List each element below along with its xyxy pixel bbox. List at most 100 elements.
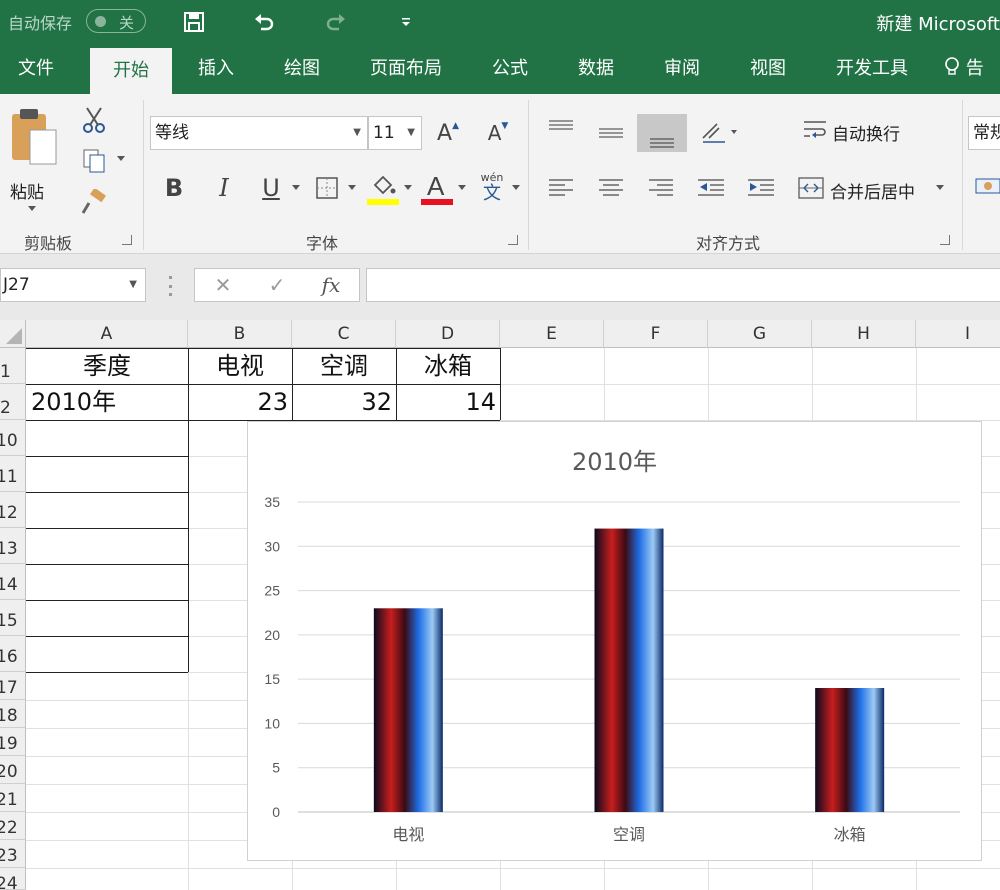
row-header-18[interactable]: 18 bbox=[0, 700, 26, 728]
column-header-g[interactable]: G bbox=[708, 320, 812, 348]
tab-home[interactable]: 开始 bbox=[90, 48, 172, 94]
align-bottom-icon[interactable] bbox=[637, 114, 687, 152]
row-header-17[interactable]: 17 bbox=[0, 672, 26, 700]
decrease-font-icon[interactable]: A ▼ bbox=[484, 116, 512, 150]
tab-insert[interactable]: 插入 bbox=[182, 46, 250, 94]
cell-b1[interactable]: 电视 bbox=[188, 348, 292, 384]
cell-d2[interactable]: 14 bbox=[396, 384, 496, 420]
tab-file[interactable]: 文件 bbox=[0, 46, 72, 94]
formula-bar-grip-icon[interactable] bbox=[166, 276, 174, 296]
increase-indent-icon[interactable] bbox=[746, 174, 776, 200]
tab-tell-me[interactable]: 告诉 bbox=[944, 46, 1000, 125]
font-size-box[interactable]: 11 ▼ bbox=[368, 116, 422, 150]
row-header-14[interactable]: 14 bbox=[0, 564, 26, 600]
row-header-16[interactable]: 16 bbox=[0, 636, 26, 672]
redo-icon[interactable] bbox=[322, 8, 350, 36]
cut-icon[interactable] bbox=[78, 104, 110, 136]
row-header-10[interactable]: 10 bbox=[0, 420, 26, 456]
bar-空调[interactable] bbox=[594, 528, 664, 812]
customize-qat-icon[interactable] bbox=[392, 8, 420, 36]
bar-电视[interactable] bbox=[373, 608, 443, 812]
save-icon[interactable] bbox=[180, 8, 208, 36]
increase-font-icon[interactable]: A ▲ bbox=[434, 116, 462, 150]
align-top-icon[interactable] bbox=[546, 114, 576, 140]
decrease-indent-icon[interactable] bbox=[696, 174, 726, 200]
cell-c2[interactable]: 32 bbox=[292, 384, 392, 420]
font-launcher-icon[interactable] bbox=[508, 235, 518, 245]
cell-c1[interactable]: 空调 bbox=[292, 348, 396, 384]
row-header-20[interactable]: 20 bbox=[0, 756, 26, 784]
merge-center-label[interactable]: 合并后居中 bbox=[830, 178, 915, 203]
row-header-23[interactable]: 23 bbox=[0, 840, 26, 868]
font-color-icon[interactable]: A bbox=[420, 170, 454, 206]
row-header-12[interactable]: 12 bbox=[0, 492, 26, 528]
cell-b2[interactable]: 23 bbox=[188, 384, 288, 420]
orientation-icon[interactable] bbox=[698, 116, 740, 146]
phonetic-dropdown-icon[interactable] bbox=[510, 182, 522, 194]
align-left-icon[interactable] bbox=[546, 174, 576, 200]
merge-dropdown-icon[interactable] bbox=[934, 182, 946, 194]
fill-color-dropdown-icon[interactable] bbox=[402, 182, 414, 194]
column-header-d[interactable]: D bbox=[396, 320, 500, 348]
paste-label[interactable]: 粘贴 bbox=[10, 178, 44, 203]
font-name-box[interactable]: 等线 ▼ bbox=[150, 116, 368, 150]
borders-dropdown-icon[interactable] bbox=[346, 182, 358, 194]
copy-icon[interactable] bbox=[78, 144, 110, 176]
number-format-box[interactable]: 常规 bbox=[968, 116, 1000, 150]
formula-input[interactable] bbox=[366, 268, 1000, 302]
column-header-i[interactable]: I bbox=[916, 320, 1000, 348]
cell-d1[interactable]: 冰箱 bbox=[396, 348, 500, 384]
column-header-f[interactable]: F bbox=[604, 320, 708, 348]
autosave-toggle[interactable]: 关 bbox=[86, 9, 146, 33]
row-header-21[interactable]: 21 bbox=[0, 784, 26, 812]
row-header-15[interactable]: 15 bbox=[0, 600, 26, 636]
row-header-19[interactable]: 19 bbox=[0, 728, 26, 756]
underline-icon[interactable]: U bbox=[256, 172, 286, 204]
alignment-launcher-icon[interactable] bbox=[940, 235, 950, 245]
cell-a1[interactable]: 季度 bbox=[26, 348, 188, 384]
tab-review[interactable]: 审阅 bbox=[648, 46, 716, 94]
column-header-c[interactable]: C bbox=[292, 320, 396, 348]
row-header-22[interactable]: 22 bbox=[0, 812, 26, 840]
tab-data[interactable]: 数据 bbox=[562, 46, 630, 94]
cancel-icon[interactable]: ✕ bbox=[203, 269, 243, 301]
paste-icon[interactable] bbox=[6, 102, 62, 172]
clipboard-launcher-icon[interactable] bbox=[122, 235, 132, 245]
format-painter-icon[interactable] bbox=[78, 186, 110, 218]
borders-icon[interactable] bbox=[312, 172, 342, 204]
insert-function-icon[interactable]: fx bbox=[311, 269, 351, 301]
underline-dropdown-icon[interactable] bbox=[290, 182, 302, 194]
row-header-11[interactable]: 11 bbox=[0, 456, 26, 492]
column-chart[interactable]: 2010年 0 5 10 15 20 25 30 35 电视 空调 冰箱 bbox=[247, 421, 982, 861]
copy-dropdown-icon[interactable] bbox=[114, 152, 128, 166]
phonetic-guide-icon[interactable]: wén 文 bbox=[474, 170, 510, 206]
row-header-2[interactable]: 2 bbox=[0, 384, 26, 420]
tab-formulas[interactable]: 公式 bbox=[476, 46, 544, 94]
select-all-corner[interactable] bbox=[0, 320, 26, 348]
row-header-1[interactable]: 1 bbox=[0, 348, 26, 384]
name-box[interactable]: J27 ▼ bbox=[0, 268, 146, 302]
italic-icon[interactable]: I bbox=[210, 172, 238, 204]
currency-format-icon[interactable] bbox=[974, 174, 1000, 202]
undo-icon[interactable] bbox=[250, 8, 278, 36]
tab-view[interactable]: 视图 bbox=[734, 46, 802, 94]
bold-icon[interactable]: B bbox=[160, 172, 188, 204]
enter-icon[interactable]: ✓ bbox=[257, 269, 297, 301]
align-middle-icon[interactable] bbox=[596, 120, 626, 146]
align-center-icon[interactable] bbox=[596, 174, 626, 200]
row-header-13[interactable]: 13 bbox=[0, 528, 26, 564]
tab-developer[interactable]: 开发工具 bbox=[824, 46, 920, 94]
column-header-a[interactable]: A bbox=[26, 320, 188, 348]
tab-draw[interactable]: 绘图 bbox=[268, 46, 336, 94]
merge-center-icon[interactable] bbox=[796, 174, 826, 202]
column-header-h[interactable]: H bbox=[812, 320, 916, 348]
column-header-b[interactable]: B bbox=[188, 320, 292, 348]
wrap-text-label[interactable]: 自动换行 bbox=[832, 120, 900, 145]
paste-dropdown-icon[interactable] bbox=[24, 204, 40, 214]
row-header-24[interactable]: 24 bbox=[0, 868, 26, 890]
wrap-text-icon[interactable] bbox=[800, 116, 830, 144]
cell-a2[interactable]: 2010年 bbox=[31, 384, 188, 420]
bar-冰箱[interactable] bbox=[815, 688, 885, 812]
column-header-e[interactable]: E bbox=[500, 320, 604, 348]
align-right-icon[interactable] bbox=[646, 174, 676, 200]
